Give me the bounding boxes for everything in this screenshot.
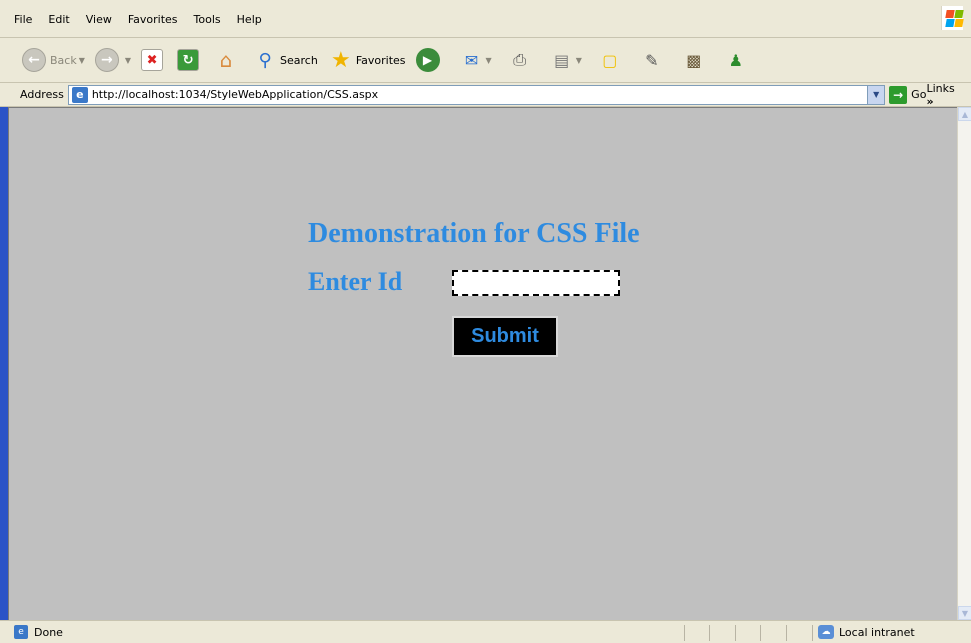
address-url[interactable]: http://localhost:1034/StyleWebApplicatio… [92, 88, 378, 101]
back-label: Back [50, 53, 77, 67]
windows-logo-icon [941, 6, 964, 30]
search-label: Search [280, 53, 318, 67]
links-label: Links [926, 81, 955, 95]
printer-icon: ⎙ [513, 50, 527, 69]
go-button[interactable]: → Go [889, 85, 927, 104]
menu-edit[interactable]: Edit [48, 13, 69, 27]
media-button[interactable]: ▶ [415, 48, 450, 72]
refresh-icon: ↻ [177, 49, 200, 71]
go-arrow-icon: → [889, 85, 908, 104]
menu-tools[interactable]: Tools [194, 13, 221, 27]
chevron-right-icon: » [926, 94, 934, 108]
address-label: Address [20, 88, 64, 101]
back-button[interactable]: ← Back ▼ [22, 48, 85, 72]
window-frame-edge [0, 107, 8, 620]
mail-button[interactable]: ✉ ▼ [460, 48, 498, 72]
forward-arrow-icon: → [94, 48, 119, 72]
page-heading: Demonstration for CSS File [308, 218, 640, 249]
address-dropdown-icon[interactable]: ▼ [867, 85, 885, 104]
scroll-down-icon[interactable]: ▼ [958, 606, 971, 620]
vertical-scrollbar[interactable]: ▲ ▼ [957, 107, 971, 620]
favorites-button[interactable]: ★ Favorites [328, 47, 406, 73]
forward-button[interactable]: → ▼ [94, 48, 132, 72]
stop-button[interactable]: ✖ [141, 49, 167, 71]
mail-icon: ✉ [464, 50, 479, 70]
status-divider [735, 625, 736, 641]
research-button[interactable]: ✎ [640, 48, 672, 72]
links-button[interactable]: Links » [926, 82, 965, 108]
go-label: Go [911, 88, 927, 101]
status-divider [786, 625, 787, 641]
research-icon: ✎ [645, 50, 659, 70]
home-button[interactable]: ⌂ [213, 48, 243, 72]
menu-file[interactable]: File [14, 13, 32, 27]
toolbar: ← Back ▼ → ▼ ✖ ↻ ⌂ ⚲ Search ★ Favorites … [0, 38, 971, 83]
address-field[interactable]: e http://localhost:1034/StyleWebApplicat… [67, 84, 886, 105]
chevron-down-icon: ▼ [124, 55, 132, 65]
stop-icon: ✖ [141, 49, 164, 71]
menu-view[interactable]: View [86, 13, 112, 27]
search-icon: ⚲ [258, 49, 272, 71]
menu-bar: File Edit View Favorites Tools Help [0, 0, 971, 38]
back-arrow-icon: ← [22, 48, 46, 72]
media-icon: ▶ [415, 48, 440, 72]
zone-label: Local intranet [839, 625, 915, 639]
print-button[interactable]: ⎙ [508, 48, 540, 72]
status-bar: e Done ☁ Local intranet [0, 620, 971, 643]
scroll-up-icon[interactable]: ▲ [958, 107, 971, 121]
refresh-button[interactable]: ↻ [177, 49, 203, 71]
chevron-down-icon: ▼ [78, 55, 85, 65]
star-icon: ★ [330, 47, 351, 73]
discuss-button[interactable]: ▢ [598, 48, 630, 72]
ie-page-icon: e [71, 86, 88, 103]
status-text: Done [34, 625, 63, 639]
search-button[interactable]: ⚲ Search [253, 48, 318, 72]
chevron-down-icon: ▼ [485, 55, 492, 65]
id-input[interactable] [452, 270, 620, 296]
chevron-down-icon: ▼ [575, 55, 582, 65]
people-icon: ♟ [728, 50, 744, 70]
address-bar: Address e http://localhost:1034/StyleWeb… [0, 82, 971, 108]
books-icon: ▩ [686, 50, 702, 70]
enter-id-label: Enter Id [308, 267, 403, 296]
intranet-icon: ☁ [818, 625, 834, 639]
status-divider [709, 625, 710, 641]
page-viewport: Demonstration for CSS File Enter Id Subm… [8, 107, 957, 620]
document-icon: ▤ [554, 50, 570, 70]
page-done-icon: e [14, 625, 28, 639]
menu-favorites[interactable]: Favorites [128, 13, 178, 27]
messenger-button[interactable]: ♟ [724, 48, 756, 72]
note-icon: ▢ [602, 50, 618, 70]
menu-help[interactable]: Help [237, 13, 262, 27]
messenger-history-button[interactable]: ▩ [682, 48, 714, 72]
status-divider [760, 625, 761, 641]
home-icon: ⌂ [219, 48, 233, 72]
edit-button[interactable]: ▤ ▼ [550, 48, 588, 72]
favorites-label: Favorites [355, 53, 406, 67]
status-divider [684, 625, 685, 641]
status-divider [812, 625, 813, 641]
submit-button[interactable]: Submit [452, 316, 558, 357]
security-zone[interactable]: ☁ Local intranet [818, 625, 915, 639]
